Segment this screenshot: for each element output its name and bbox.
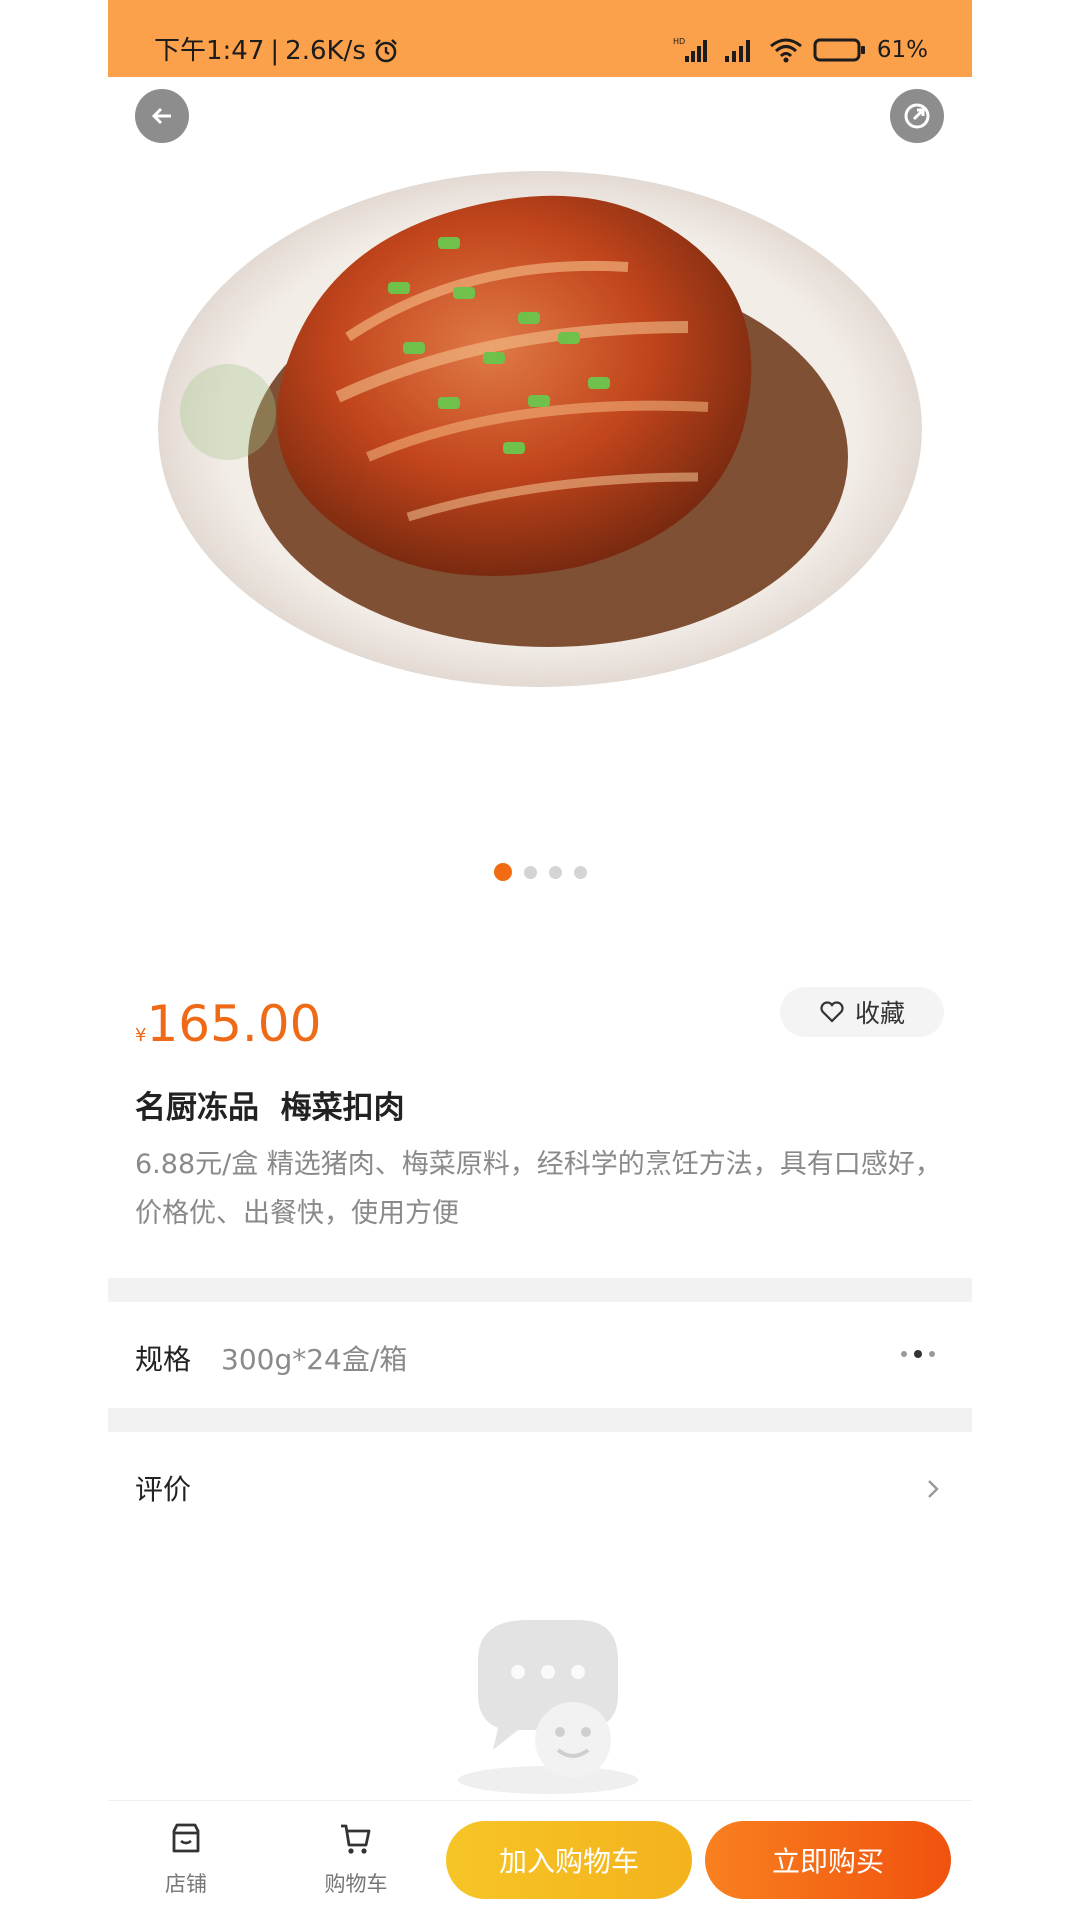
cart-icon [341,1824,371,1854]
product-image-carousel[interactable] [108,77,972,837]
pager-dot[interactable] [573,865,587,879]
alarm-icon [375,39,397,63]
pager-dot[interactable] [548,865,562,879]
section-divider [108,1408,972,1432]
spec-row[interactable]: 规格 300g*24盒/箱 [108,1302,972,1408]
battery-icon [813,38,865,62]
product-title: 名厨冻品 梅菜扣肉 [135,1090,405,1126]
spec-value: 300g*24盒/箱 [221,1343,408,1376]
price-value: 165.00 [146,995,322,1053]
share-button[interactable] [890,89,944,143]
shop-icon [172,1823,200,1853]
currency-symbol: ¥ [135,1025,147,1046]
add-to-cart-button[interactable]: 加入购物车 [446,1821,692,1899]
spec-label: 规格 [135,1343,192,1376]
pager-dot[interactable] [523,865,537,879]
signal-icon [724,40,750,62]
section-divider [108,1278,972,1302]
empty-reviews-illustration [458,1620,638,1794]
carousel-pager [108,862,972,882]
product-photo [158,171,922,687]
wifi-icon [769,38,802,63]
product-description: 6.88元/盒 精选猪肉、梅菜原料，经科学的烹饪方法，具有口感好，价格优、出餐快… [135,1149,942,1229]
back-button[interactable] [135,89,189,143]
chevron-right-icon [928,1480,939,1498]
bottom-action-bar: 店铺 购物车 加入购物车 立即购买 [108,1800,972,1920]
favorite-label: 收藏 [854,999,905,1028]
cart-label: 购物车 [324,1872,388,1896]
cart-tab[interactable]: 购物车 [301,1821,411,1898]
reviews-row[interactable]: 评价 [108,1432,972,1522]
heart-icon [820,1001,844,1023]
more-dots-icon [901,1350,935,1358]
arrow-left-icon [151,107,171,125]
buy-now-button[interactable]: 立即购买 [705,1821,951,1899]
share-icon [904,103,930,129]
status-bar: 下午1:47 | 2.6K/s HD 61% [108,0,972,77]
pager-dot[interactable] [493,863,512,881]
product-price: ¥165.00 [135,995,321,1053]
signal-hd-icon: HD [673,37,707,62]
status-time: 下午1:47 [154,36,265,66]
network-speed: 2.6K/s [285,36,366,66]
battery-level: 61% [876,37,928,63]
shop-label: 店铺 [165,1872,207,1896]
favorite-button[interactable]: 收藏 [780,987,944,1037]
shop-tab[interactable]: 店铺 [131,1821,241,1898]
svg-text:HD: HD [673,37,685,46]
reviews-label: 评价 [135,1473,192,1506]
app-screen: 下午1:47 | 2.6K/s HD 61% ¥165.00 收藏 名厨冻品 梅… [108,0,972,1920]
